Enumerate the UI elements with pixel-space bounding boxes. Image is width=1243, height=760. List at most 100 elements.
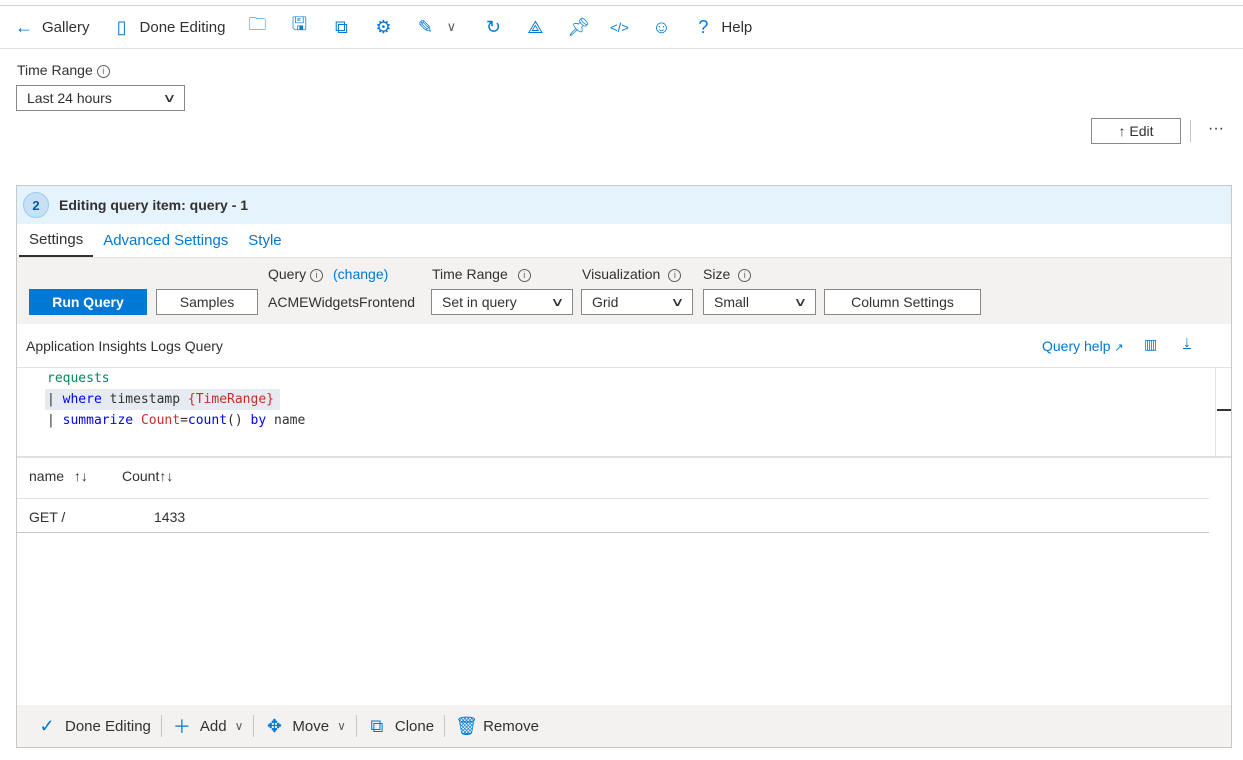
save-button[interactable]: 🖫: [289, 12, 309, 42]
toolbar: ← Gallery ▯ Done Editing 🗀 🖫 ⧉ ⚙ ✎ ∨ ↻ ⟁ 📌…: [0, 10, 774, 44]
edit-pencil-icon: ✎: [417, 16, 433, 37]
help-icon: ?: [698, 16, 709, 37]
save-icon: 🖫: [291, 14, 308, 34]
toolbar-divider: [0, 48, 1243, 49]
query-analytics-icon[interactable]: ▥: [1144, 336, 1157, 353]
info-icon: i: [668, 269, 682, 282]
done-editing-icon: ▯: [116, 16, 127, 37]
done-editing-button[interactable]: ✓ Done Editing: [27, 716, 161, 737]
scrollbar-thumb[interactable]: [1217, 409, 1231, 411]
column-header-name[interactable]: name ↑↓: [29, 468, 88, 484]
save-as-button[interactable]: ⧉: [331, 17, 351, 38]
code-line: | where timestamp {TimeRange}: [45, 389, 280, 410]
visualization-label: Visualization i: [582, 266, 682, 282]
query-label: Query i (change): [268, 266, 389, 282]
time-range-label: Time Range i: [17, 62, 110, 78]
cell-name: GET /: [29, 509, 66, 525]
tab-settings[interactable]: Settings: [19, 224, 94, 257]
trash-icon: 🗑︎: [455, 715, 478, 736]
chevron-down-icon: ∨: [337, 719, 346, 733]
query-item-editor: 2 Editing query item: query - 1 Settings …: [16, 185, 1232, 748]
chevron-down-icon: ∨: [550, 295, 565, 309]
info-icon: i: [96, 65, 110, 78]
info-icon: i: [738, 269, 752, 282]
share-icon: ⟁: [527, 16, 544, 37]
results-grid: name ↑↓ Count↑↓ GET / 1433: [17, 458, 1231, 538]
info-icon: i: [310, 269, 324, 282]
download-icon[interactable]: ↓: [1183, 334, 1191, 352]
settings-button[interactable]: ⚙: [373, 17, 393, 38]
time-range-select[interactable]: Set in query ∨: [431, 289, 573, 315]
chevron-down-icon: ∨: [446, 19, 457, 34]
remove-button[interactable]: 🗑︎ Remove: [445, 716, 549, 737]
edit-section-button[interactable]: ↑ Edit: [1091, 118, 1181, 144]
refresh-icon: ↻: [485, 16, 501, 37]
settings-gear-icon: ⚙: [375, 16, 392, 37]
top-divider: [0, 5, 1243, 6]
external-link-icon: ↗: [1114, 342, 1124, 354]
feedback-smiley-icon: ☺: [652, 16, 671, 37]
query-editor[interactable]: requests | where timestamp {TimeRange} |…: [17, 368, 1231, 458]
editor-header-bar: Application Insights Logs Query Query he…: [17, 324, 1231, 368]
clone-icon: ⧉: [370, 715, 384, 736]
chevron-down-icon: ∨: [234, 719, 244, 733]
checkmark-icon: ✓: [39, 715, 55, 736]
samples-button[interactable]: Samples: [156, 289, 258, 315]
feedback-button[interactable]: ☺: [651, 17, 671, 38]
size-select[interactable]: Small ∨: [703, 289, 816, 315]
tab-style[interactable]: Style: [238, 224, 291, 257]
info-icon: i: [517, 269, 531, 282]
editor-footer: ✓ Done Editing ＋ Add ∨ ✥ Move ∨ ⧉ Clone 🗑︎ Remo…: [17, 705, 1231, 747]
move-button[interactable]: ✥ Move ∨: [254, 716, 355, 737]
size-label: Size i: [703, 266, 752, 282]
save-as-icon: ⧉: [334, 16, 348, 37]
open-folder-icon: 🗀: [248, 14, 267, 34]
move-icon: ✥: [266, 715, 282, 736]
column-header-count[interactable]: Count↑↓: [122, 468, 173, 484]
sort-icon: ↑↓: [159, 468, 174, 484]
tab-bar: Settings Advanced Settings Style: [17, 224, 1231, 258]
table-row[interactable]: GET / 1433: [17, 499, 1209, 533]
divider: [1190, 120, 1191, 142]
pin-icon: 📌︎: [567, 16, 591, 37]
editor-header: 2 Editing query item: query - 1: [17, 186, 1231, 224]
column-settings-button[interactable]: Column Settings: [824, 289, 981, 315]
tab-advanced-settings[interactable]: Advanced Settings: [93, 224, 238, 257]
editor-title: Application Insights Logs Query: [26, 338, 223, 354]
resource-name: ACMEWidgetsFrontend: [268, 294, 416, 310]
time-range-dropdown[interactable]: Last 24 hours ∨: [16, 85, 185, 111]
help-button[interactable]: ? Help: [693, 17, 752, 38]
code-line: requests: [47, 371, 110, 386]
editor-scrollbar[interactable]: [1215, 368, 1216, 456]
visualization-select[interactable]: Grid ∨: [581, 289, 693, 315]
clone-button[interactable]: ⧉ Clone: [357, 716, 444, 737]
editor-title: Editing query item: query - 1: [59, 197, 249, 213]
refresh-button[interactable]: ↻: [483, 17, 503, 38]
back-arrow-icon: ←: [15, 16, 33, 37]
run-query-button[interactable]: Run Query: [29, 289, 147, 315]
open-button[interactable]: 🗀: [247, 12, 267, 42]
code-line: | summarize Count=count() by name: [47, 413, 306, 428]
code-lines: requests | where timestamp {TimeRange} |…: [45, 368, 306, 431]
share-button[interactable]: ⟁: [525, 17, 545, 38]
add-button[interactable]: ＋ Add ∨: [162, 713, 254, 739]
cell-count: 1433: [154, 509, 186, 525]
gallery-button[interactable]: ← Gallery: [14, 17, 90, 38]
edit-dropdown[interactable]: ∨: [441, 19, 461, 35]
more-options-button[interactable]: ···: [1208, 120, 1224, 138]
code-button[interactable]: </>: [609, 20, 629, 35]
chevron-down-icon: ∨: [793, 295, 808, 309]
sort-icon: ↑↓: [73, 468, 88, 484]
step-badge: 2: [23, 192, 49, 218]
code-icon: </>: [610, 19, 629, 35]
change-resource-link[interactable]: (change): [333, 266, 388, 282]
settings-bar: Run Query Samples Query i (change) ACMEWi…: [17, 258, 1231, 324]
chevron-down-icon: ∨: [670, 295, 685, 309]
edit-button[interactable]: ✎: [415, 17, 435, 38]
plus-icon: ＋: [172, 717, 191, 737]
done-editing-button[interactable]: ▯ Done Editing: [112, 17, 226, 38]
pin-button[interactable]: 📌︎: [567, 16, 591, 38]
query-help-link[interactable]: Query help ↗: [1042, 338, 1124, 354]
chevron-down-icon: ∨: [162, 91, 177, 105]
time-range-label: Time Range i: [432, 266, 531, 282]
